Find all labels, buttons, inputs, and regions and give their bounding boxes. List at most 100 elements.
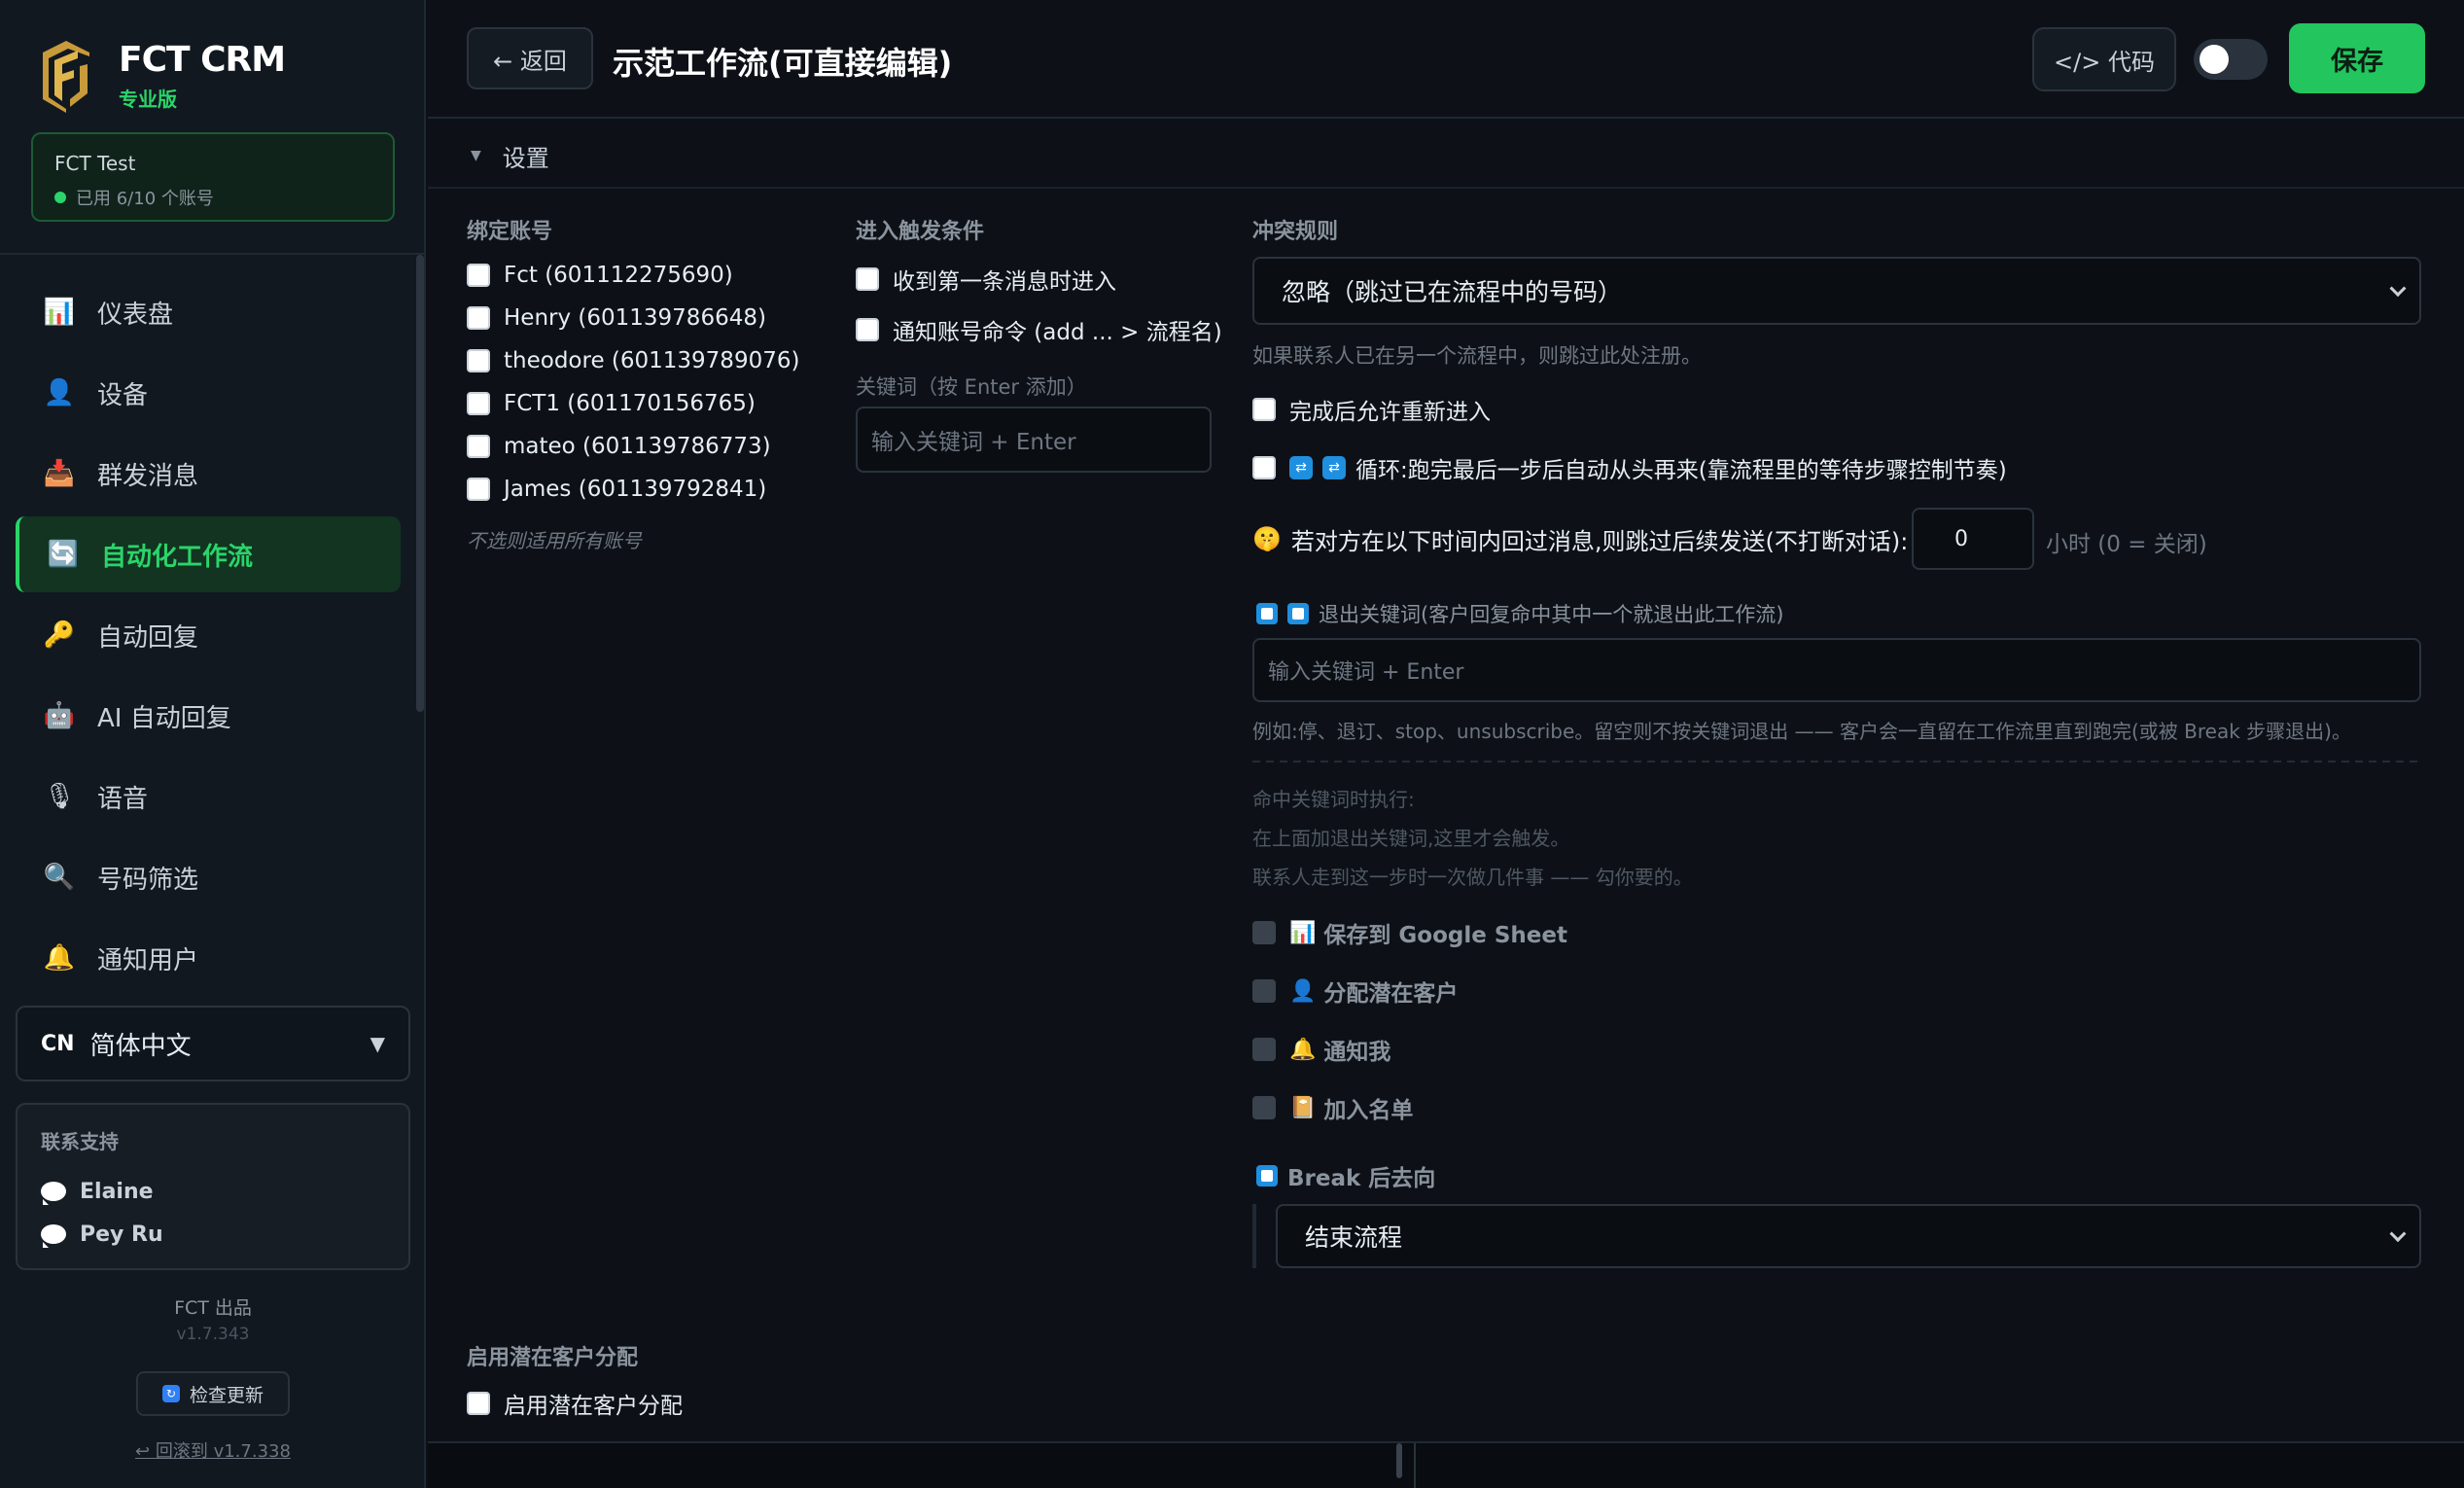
sidebar-nav: 📊 仪表盘 👤 设备 📥 群发消息 🔄 自动化工作流 🔑 自动回复 🤖 AI 自… — [16, 274, 401, 1001]
action-notify-me[interactable]: 🔔 通知我 — [1252, 1033, 1390, 1066]
settings-header[interactable]: ▼ 设置 — [471, 136, 549, 175]
support-contact-name: Elaine — [80, 1179, 154, 1204]
bind-accounts-hint: 不选则适用所有账号 — [467, 529, 642, 552]
account-card[interactable]: FCT Test 已用 6/10 个账号 — [31, 132, 395, 222]
chevron-down-icon — [2389, 1225, 2407, 1243]
break-destination-row: Break 后去向 — [1256, 1159, 1435, 1192]
skip-reply-hours-input[interactable]: 0 — [1912, 508, 2034, 570]
language-name: 简体中文 — [89, 1031, 192, 1061]
checkbox[interactable] — [1252, 921, 1276, 944]
conflict-hint: 如果联系人已在另一个流程中，则跳过此处注册。 — [1252, 344, 1702, 368]
checkbox[interactable] — [467, 349, 490, 372]
sidebar-item-auto-reply[interactable]: 🔑 自动回复 — [16, 597, 401, 673]
lead-assignment-title: 启用潜在客户分配 — [467, 1346, 639, 1370]
account-checkbox-mateo[interactable]: mateo (601139786773) — [467, 434, 771, 459]
sidebar-item-notify[interactable]: 🔔 通知用户 — [16, 920, 401, 996]
check-update-button[interactable]: ↻ 检查更新 — [136, 1371, 290, 1416]
panel-divider — [1414, 1443, 1416, 1488]
chart-icon: 📊 — [43, 298, 76, 327]
break-destination-select[interactable]: 结束流程 — [1276, 1204, 2421, 1268]
footer-version: v1.7.343 — [176, 1325, 250, 1344]
exit-keyword-input[interactable]: 输入关键词 + Enter — [1252, 638, 2421, 702]
inbox-icon: 📥 — [43, 459, 76, 488]
checkbox[interactable] — [467, 478, 490, 501]
brand-title: FCT CRM — [119, 40, 286, 80]
account-option-label: theodore (601139789076) — [504, 348, 800, 373]
sidebar-item-dashboard[interactable]: 📊 仪表盘 — [16, 274, 401, 350]
checkbox[interactable] — [1252, 456, 1276, 479]
account-option-label: Fct (601112275690) — [504, 263, 733, 288]
trigger-keyword-input[interactable]: 输入关键词 + Enter — [856, 407, 1212, 473]
loop-checkbox[interactable]: ⇄ ⇄ 循环:跑完最后一步后自动从头再来(靠流程里的等待步骤控制节奏) — [1252, 451, 2007, 484]
checkbox[interactable] — [856, 267, 879, 291]
checkbox[interactable] — [1252, 1038, 1276, 1061]
sidebar-item-workflow[interactable]: 🔄 自动化工作流 — [16, 516, 401, 592]
account-checkbox-theodore[interactable]: theodore (601139789076) — [467, 348, 799, 373]
sidebar-item-label: 自动化工作流 — [101, 542, 254, 572]
robot-icon: 🤖 — [43, 701, 76, 730]
chat-bubble-icon — [41, 1224, 66, 1248]
checkbox[interactable] — [467, 306, 490, 330]
refresh-icon: ↻ — [161, 1385, 180, 1402]
skip-reply-label: 若对方在以下时间内回过消息,则跳过后续发送(不打断对话): — [1290, 527, 1909, 555]
dashed-divider — [1252, 761, 2421, 762]
language-select[interactable]: CN 简体中文 ▼ — [16, 1006, 410, 1081]
support-contact-pey-ru[interactable]: Pey Ru — [41, 1213, 385, 1256]
sidebar-scrollbar[interactable] — [416, 255, 424, 712]
checkbox[interactable] — [467, 392, 490, 415]
checkbox[interactable] — [467, 264, 490, 287]
rollback-link[interactable]: ↩ 回滚到 v1.7.338 — [0, 1437, 426, 1463]
sidebar-item-devices[interactable]: 👤 设备 — [16, 355, 401, 431]
trigger-first-message[interactable]: 收到第一条消息时进入 — [856, 263, 1116, 296]
sidebar-item-ai-reply[interactable]: 🤖 AI 自动回复 — [16, 678, 401, 754]
caret-down-icon: ▼ — [370, 1032, 385, 1055]
check-update-label: 检查更新 — [189, 1384, 264, 1406]
account-name: FCT Test — [54, 152, 136, 175]
sidebar-item-label: 群发消息 — [97, 461, 199, 491]
panel-scrollbar[interactable] — [1396, 1443, 1402, 1478]
action-label: 保存到 Google Sheet — [1323, 923, 1567, 948]
save-button[interactable]: 保存 — [2289, 23, 2425, 93]
support-contact-name: Pey Ru — [80, 1222, 163, 1247]
allow-reenter-checkbox[interactable]: 完成后允许重新进入 — [1252, 393, 1491, 426]
back-button[interactable]: ← 返回 — [467, 27, 593, 89]
workflow-toggle[interactable] — [2194, 39, 2268, 80]
checkbox[interactable] — [1252, 1096, 1276, 1119]
account-checkbox-fct[interactable]: Fct (601112275690) — [467, 263, 733, 288]
microphone-icon: 🎙 — [43, 782, 76, 811]
magnifier-icon: 🔍 — [43, 863, 76, 892]
action-save-google-sheet[interactable]: 📊 保存到 Google Sheet — [1252, 916, 1567, 949]
settings-divider — [428, 187, 2464, 189]
checkbox[interactable] — [467, 435, 490, 458]
brand-edition: 专业版 — [119, 88, 177, 111]
allow-reenter-label: 完成后允许重新进入 — [1289, 400, 1491, 425]
account-usage: 已用 6/10 个账号 — [54, 185, 371, 210]
checkbox[interactable] — [1252, 979, 1276, 1003]
lead-assignment-checkbox[interactable]: 启用潜在客户分配 — [467, 1387, 683, 1420]
status-dot — [54, 192, 66, 203]
code-button[interactable]: </> 代码 — [2032, 27, 2176, 91]
sidebar-item-broadcast[interactable]: 📥 群发消息 — [16, 436, 401, 512]
account-checkbox-fct1[interactable]: FCT1 (601170156765) — [467, 391, 756, 416]
action-add-to-list[interactable]: 📔 加入名单 — [1252, 1091, 1413, 1124]
trigger-notify-command[interactable]: 通知账号命令 (add ... > 流程名) — [856, 313, 1222, 346]
sidebar-item-number-filter[interactable]: 🔍 号码筛选 — [16, 839, 401, 915]
indent-line — [1252, 1204, 1256, 1268]
support-contact-elaine[interactable]: Elaine — [41, 1170, 385, 1213]
bottom-panel — [428, 1441, 2464, 1488]
action-label: 通知我 — [1323, 1040, 1391, 1065]
sidebar-item-voice[interactable]: 🎙 语音 — [16, 759, 401, 834]
checkbox[interactable] — [1252, 398, 1276, 421]
person-icon: 👤 — [1289, 978, 1317, 1004]
account-checkbox-henry[interactable]: Henry (601139786648) — [467, 305, 766, 331]
logo[interactable]: FCT CRM 专业版 — [39, 37, 286, 115]
checkbox-square-icon — [1256, 1165, 1278, 1187]
conflict-rule-select[interactable]: 忽略（跳过已在流程中的号码） — [1252, 257, 2421, 325]
topbar: ← 返回 示范工作流(可直接编辑) </> 代码 保存 — [428, 0, 2464, 119]
account-checkbox-james[interactable]: James (601139792841) — [467, 477, 766, 502]
checkbox[interactable] — [467, 1392, 490, 1415]
chat-bubble-icon — [41, 1182, 66, 1205]
checkbox[interactable] — [856, 318, 879, 341]
action-assign-lead[interactable]: 👤 分配潜在客户 — [1252, 974, 1458, 1008]
footer-brand: FCT 出品 — [174, 1297, 252, 1319]
